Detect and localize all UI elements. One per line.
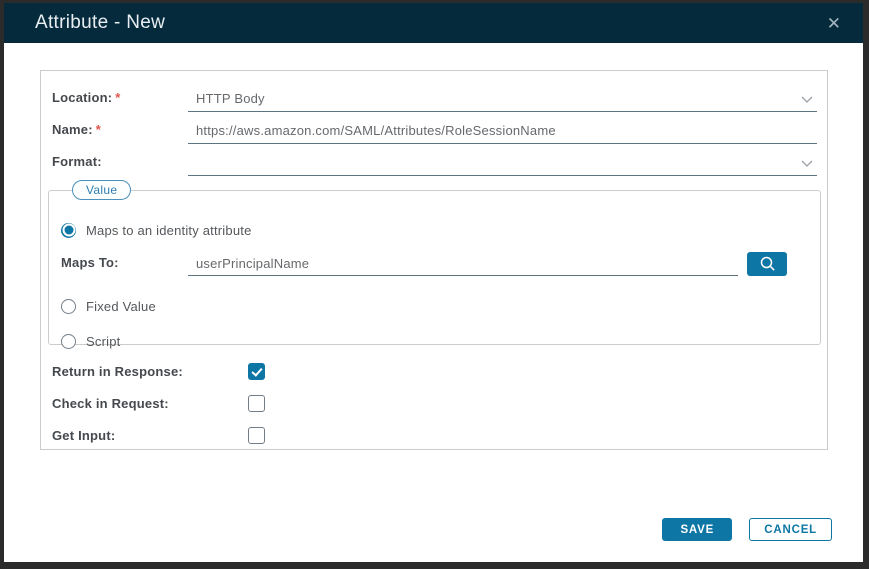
return-in-response-checkbox[interactable] [248,363,265,380]
name-label-text: Name: [52,122,93,137]
chevron-down-icon [801,160,813,167]
return-in-response-row: Return in Response: [52,355,827,387]
get-input-checkbox[interactable] [248,427,265,444]
attribute-new-dialog: Attribute - New ✕ Location:* HTTP Body N… [4,3,863,562]
search-icon [758,255,777,273]
maps-to-identity-radio[interactable] [61,223,76,238]
maps-to-identity-radio-label: Maps to an identity attribute [86,223,252,238]
attribute-form-panel: Location:* HTTP Body Name:* https://aws.… [40,70,828,450]
location-required-mark: * [115,90,120,105]
maps-to-row: Maps To: userPrincipalName [61,250,808,276]
format-label-text: Format: [52,154,102,169]
check-in-request-checkbox[interactable] [248,395,265,412]
maps-to-input[interactable]: userPrincipalName [188,250,738,276]
format-value [188,170,196,175]
close-icon[interactable]: ✕ [823,13,845,34]
checkbox-rows: Return in Response: Check in Request: Ge… [41,345,827,451]
location-label: Location:* [52,90,188,112]
fixed-value-radio-row: Fixed Value [61,296,808,316]
cancel-button[interactable]: CANCEL [749,518,832,541]
fixed-value-radio-label: Fixed Value [86,299,156,314]
get-input-row: Get Input: [52,419,827,451]
search-button[interactable] [747,252,787,276]
name-label: Name:* [52,122,188,144]
return-in-response-label: Return in Response: [52,364,248,379]
name-value: https://aws.amazon.com/SAML/Attributes/R… [188,123,556,143]
name-required-mark: * [96,122,101,137]
save-button[interactable]: SAVE [662,518,732,541]
name-row: Name:* https://aws.amazon.com/SAML/Attri… [52,112,817,144]
location-row: Location:* HTTP Body [52,80,817,112]
chevron-down-icon [801,96,813,103]
format-label: Format: [52,154,188,176]
maps-to-identity-radio-row: Maps to an identity attribute [61,220,808,240]
format-select[interactable] [188,144,817,176]
format-row: Format: [52,144,817,176]
script-radio[interactable] [61,334,76,349]
dialog-footer: SAVE CANCEL [40,518,832,541]
dialog-titlebar: Attribute - New ✕ [4,3,863,43]
dialog-title: Attribute - New [35,12,165,34]
maps-to-label: Maps To: [61,255,188,276]
maps-to-value: userPrincipalName [188,256,309,275]
check-in-request-label: Check in Request: [52,396,248,411]
location-value: HTTP Body [188,91,265,111]
check-in-request-row: Check in Request: [52,387,827,419]
location-label-text: Location: [52,90,112,105]
script-radio-label: Script [86,334,120,349]
top-field-rows: Location:* HTTP Body Name:* https://aws.… [41,71,827,176]
get-input-label: Get Input: [52,428,248,443]
dialog-content: Location:* HTTP Body Name:* https://aws.… [4,43,863,562]
location-select[interactable]: HTTP Body [188,80,817,112]
fixed-value-radio[interactable] [61,299,76,314]
value-section-legend: Value [72,180,131,200]
value-section: Value Maps to an identity attribute Maps… [48,180,821,345]
name-input[interactable]: https://aws.amazon.com/SAML/Attributes/R… [188,112,817,144]
